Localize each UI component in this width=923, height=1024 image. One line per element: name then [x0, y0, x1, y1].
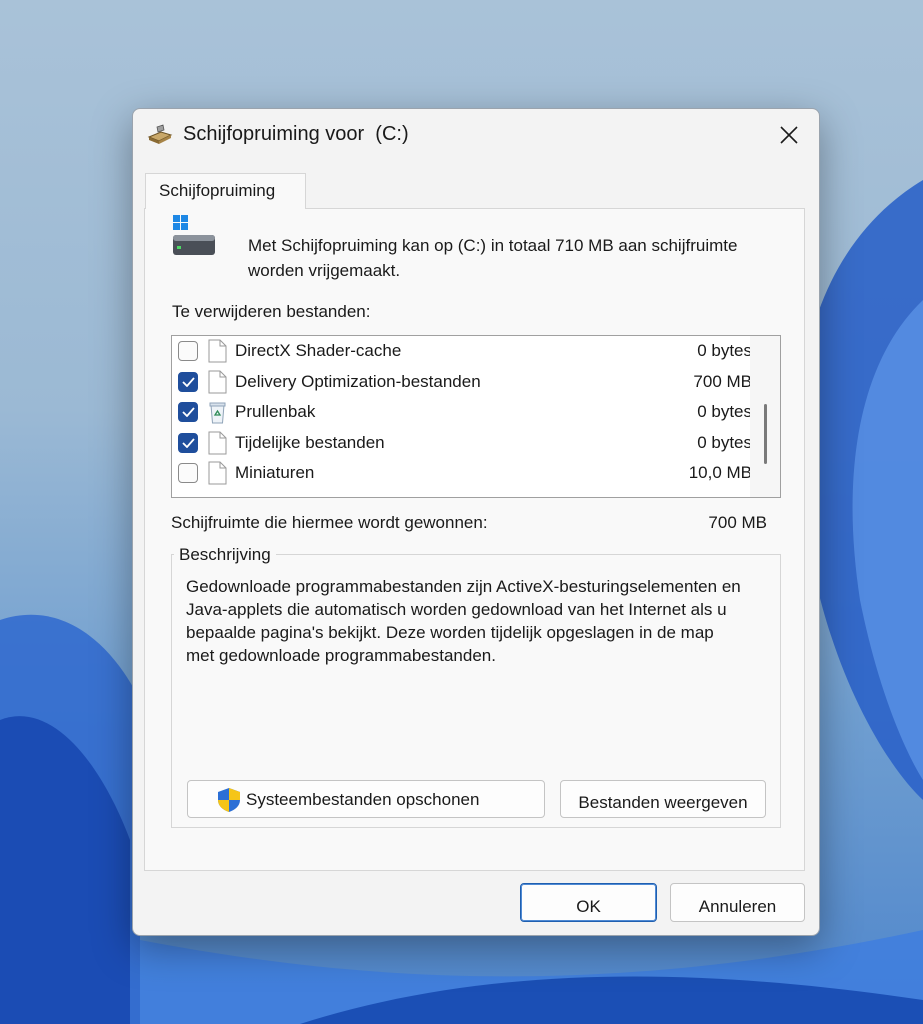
- item-label: Prullenbak: [235, 402, 316, 421]
- clean-system-files-button[interactable]: Systeembestanden opschonen: [187, 780, 545, 818]
- scrollbar-thumb[interactable]: [764, 404, 767, 464]
- item-label: Miniaturen: [235, 463, 315, 482]
- cancel-button[interactable]: Annuleren: [670, 883, 805, 922]
- intro-text: Met Schijfopruiming kan op (C:) in totaa…: [248, 236, 738, 280]
- view-files-button[interactable]: Bestanden weergeven: [560, 780, 766, 818]
- checkbox[interactable]: [178, 402, 198, 422]
- checkbox[interactable]: [178, 341, 198, 361]
- disk-cleanup-icon: [147, 124, 173, 144]
- file-icon: [208, 461, 227, 485]
- tab-disk-cleanup[interactable]: Schijfopruiming: [145, 173, 306, 209]
- item-size: 700 MB: [693, 372, 752, 391]
- drive-icon: [173, 215, 215, 255]
- item-label: Tijdelijke bestanden: [235, 433, 385, 452]
- files-to-delete-label: Te verwijderen bestanden:: [172, 302, 371, 321]
- description-text: Gedownloade programmabestanden zijn Acti…: [186, 577, 741, 665]
- item-size: 10,0 MB: [688, 463, 752, 482]
- close-button[interactable]: [767, 115, 811, 155]
- ok-button[interactable]: OK: [520, 883, 657, 922]
- item-label: Delivery Optimization-bestanden: [235, 372, 481, 391]
- file-icon: [208, 431, 227, 455]
- title-bar: Schijfopruiming voor (C:): [133, 109, 819, 161]
- file-icon: [208, 339, 227, 363]
- checkbox[interactable]: [178, 463, 198, 483]
- space-gained-value: 700 MB: [708, 513, 767, 532]
- disk-cleanup-dialog: Schijfopruiming voor (C:) Schijfopruimin…: [132, 108, 820, 936]
- item-size: 0 bytes: [697, 433, 752, 452]
- item-size: 0 bytes: [697, 341, 752, 360]
- list-item[interactable]: Miniaturen 10,0 MB: [172, 458, 752, 488]
- item-size: 0 bytes: [697, 402, 752, 421]
- item-label: DirectX Shader-cache: [235, 341, 402, 360]
- description-legend: Beschrijving: [174, 545, 276, 565]
- list-item[interactable]: Delivery Optimization-bestanden 700 MB: [172, 367, 752, 397]
- file-icon: [208, 370, 227, 394]
- list-scrollbar[interactable]: [750, 336, 780, 497]
- uac-shield-icon: [218, 788, 240, 812]
- list-item[interactable]: DirectX Shader-cache 0 bytes: [172, 336, 752, 366]
- list-item[interactable]: Prullenbak 0 bytes: [172, 397, 752, 427]
- checkbox[interactable]: [178, 372, 198, 392]
- window-title: Schijfopruiming voor (C:): [183, 123, 409, 145]
- list-item[interactable]: Tijdelijke bestanden 0 bytes: [172, 428, 752, 458]
- close-icon: [780, 126, 798, 144]
- space-gained-label: Schijfruimte die hiermee wordt gewonnen:: [171, 513, 488, 532]
- clean-system-files-label: Systeembestanden opschonen: [246, 790, 480, 809]
- checkbox[interactable]: [178, 433, 198, 453]
- files-list: DirectX Shader-cache 0 bytes Delivery Op…: [171, 335, 781, 498]
- recycle-bin-icon: [209, 402, 226, 424]
